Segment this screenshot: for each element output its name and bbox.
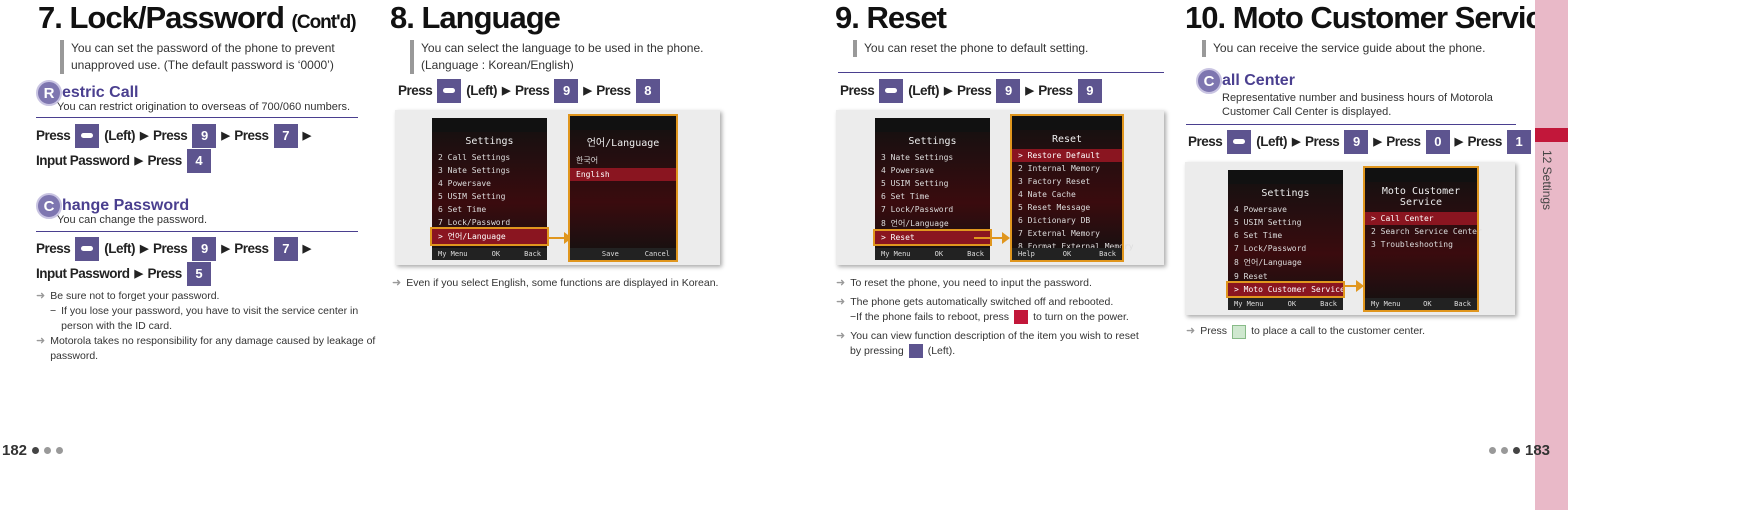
left-soft-key-icon: [908, 344, 923, 358]
arrow-icon: ➜: [36, 290, 46, 302]
customer-service-screens: Settings 4 Powersave 5 USIM Setting 6 Set …: [1185, 162, 1515, 315]
change-password-desc: You can change the password.: [57, 214, 208, 226]
reset-steps: Press (Left) ▶ Press 9 ▶ Press 9: [840, 78, 1102, 103]
customer-service-screen: Moto Customer Service > Call Center 2 Sea…: [1363, 166, 1482, 312]
restric-call-desc: You can restrict origination to overseas…: [57, 101, 351, 113]
settings-screen: Settings 4 Powersave 5 USIM Setting 6 Set …: [1226, 170, 1345, 310]
key-4-icon: 4: [186, 148, 211, 173]
section-9-title: 9. Reset: [835, 0, 947, 35]
key-9-icon: 9: [996, 78, 1021, 103]
key-0-icon: 0: [1425, 129, 1450, 154]
key-7-icon: 7: [273, 123, 298, 148]
key-9-icon: 9: [192, 236, 217, 261]
divider: [1186, 124, 1516, 125]
send-key-icon: [1232, 324, 1247, 339]
key-5-icon: 5: [186, 261, 211, 286]
restric-steps: Press (Left) ▶ Press 9 ▶ Press 7 ▶ Input Passwor…: [36, 123, 311, 173]
key-8-icon: 8: [635, 78, 660, 103]
key-7-icon: 7: [273, 236, 298, 261]
left-soft-key-icon: [437, 78, 462, 103]
language-screens: Settings 2 Call Settings 3 Nate Settings 4…: [395, 110, 720, 265]
section-9-notes: ➜ To reset the phone, you need to input t…: [836, 277, 1139, 358]
reset-screen: Reset > Restore Default 2 Internal Memory…: [1010, 114, 1134, 262]
section-7-title: 7. Lock/Password (Cont'd): [38, 0, 357, 35]
key-9-icon: 9: [192, 123, 217, 148]
arrow-icon: ➜: [836, 330, 846, 342]
language-steps: Press (Left) ▶ Press 9 ▶ Press 8: [398, 78, 660, 103]
section-8-title: 8. Language: [390, 0, 561, 35]
arrow-icon: ➜: [836, 296, 846, 308]
arrow-icon: ➜: [1186, 325, 1196, 337]
key-9-icon: 9: [1077, 78, 1102, 103]
settings-screen: Settings 2 Call Settings 3 Nate Settings 4…: [430, 118, 549, 260]
left-soft-key-icon: [75, 123, 100, 148]
key-9-icon: 9: [1344, 129, 1369, 154]
arrow-icon: ➜: [392, 277, 402, 289]
language-screen: 언어/Language 한국어 English Save Cancel: [568, 114, 678, 262]
chapter-marker: [1535, 128, 1568, 142]
section-8-note: ➜ Even if you select English, some functi…: [392, 277, 719, 289]
page-number-left: 182: [2, 442, 64, 459]
key-1-icon: 1: [1506, 129, 1531, 154]
left-soft-key-icon: [879, 78, 904, 103]
page-number-right: 183: [1489, 442, 1550, 459]
section-10-title: 10. Moto Customer Service: [1185, 0, 1559, 35]
section-8-intro: You can select the language to be used i…: [410, 40, 710, 74]
section-9-intro: You can reset the phone to default setti…: [853, 40, 1153, 57]
change-steps: Press (Left) ▶ Press 9 ▶ Press 7 ▶ Input Passwor…: [36, 236, 311, 286]
call-center-desc: Representative number and business hours…: [1222, 92, 1493, 118]
left-soft-key-icon: [75, 236, 100, 261]
chapter-side-tab: [1535, 0, 1568, 510]
power-key-icon: [1014, 310, 1029, 324]
settings-screen: Settings 3 Nate Settings 4 Powersave 5 USI…: [873, 118, 992, 260]
arrow-icon: ➜: [36, 335, 46, 347]
section-10-note: ➜ Press to place a call to the customer ce…: [1186, 324, 1425, 339]
reset-screens: Settings 3 Nate Settings 4 Powersave 5 USI…: [836, 110, 1164, 265]
section-7-notes: ➜ Be sure not to forget your password. − I…: [36, 290, 376, 362]
section-7-intro: You can set the password of the phone to…: [60, 40, 350, 74]
key-9-icon: 9: [554, 78, 579, 103]
divider: [36, 231, 358, 232]
section-10-intro: You can receive the service guide about …: [1202, 40, 1502, 57]
divider: [838, 72, 1164, 73]
chapter-label: 12 Settings: [1540, 150, 1554, 211]
divider: [36, 117, 358, 118]
customer-service-steps: Press (Left) ▶ Press 9 ▶ Press 0 ▶ Press 1: [1188, 129, 1531, 154]
arrow-icon: ➜: [836, 277, 846, 289]
left-soft-key-icon: [1227, 129, 1252, 154]
